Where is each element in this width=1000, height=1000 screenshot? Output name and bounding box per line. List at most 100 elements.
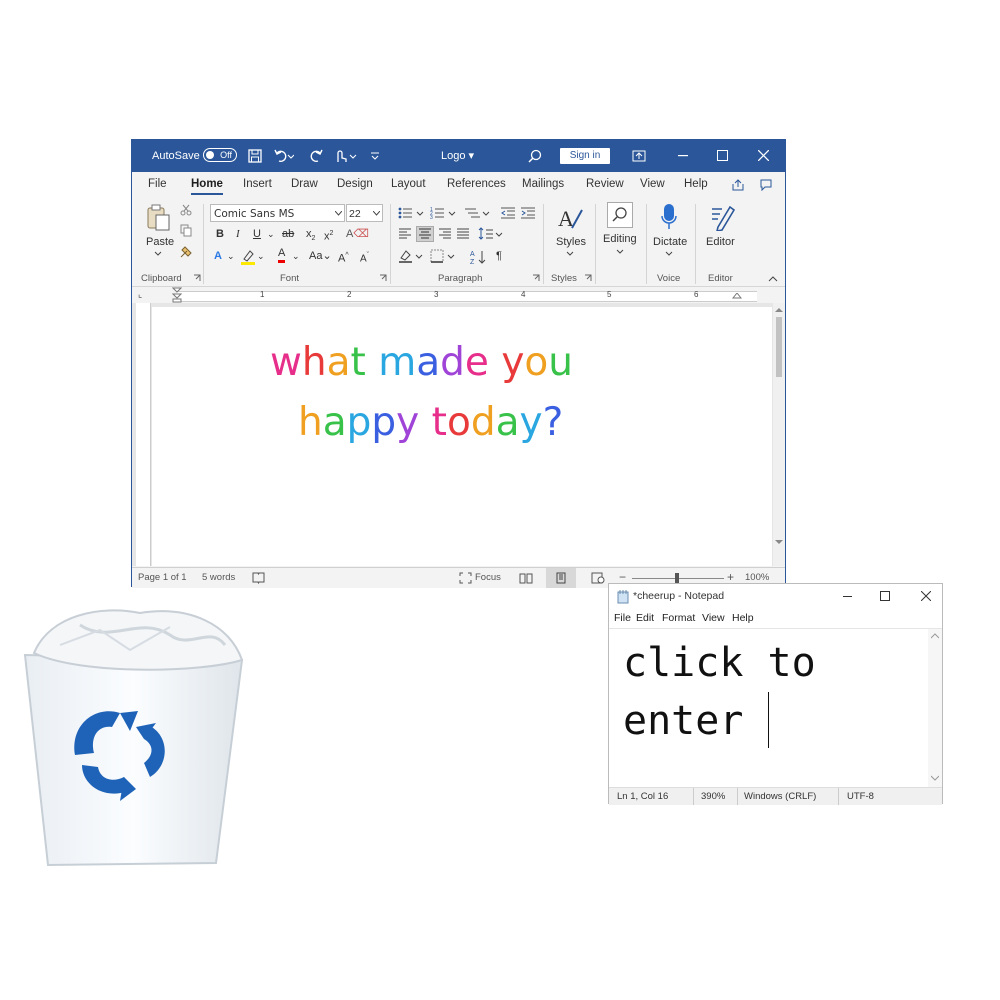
paste-dropdown-icon[interactable] (154, 251, 162, 257)
borders-icon[interactable] (430, 249, 458, 263)
undo-icon[interactable] (274, 149, 294, 163)
tab-design[interactable]: Design (337, 178, 373, 190)
tab-insert[interactable]: Insert (243, 178, 272, 190)
web-layout-icon[interactable] (591, 572, 605, 584)
np-scroll-up-icon[interactable] (931, 633, 939, 639)
zoom-slider-thumb[interactable] (675, 573, 679, 583)
minimize-icon[interactable] (678, 155, 688, 157)
np-scroll-down-icon[interactable] (931, 775, 939, 781)
editor-button[interactable]: Editor (706, 235, 735, 249)
share-icon[interactable] (732, 179, 744, 191)
search-icon[interactable] (528, 149, 542, 163)
page-count[interactable]: Page 1 of 1 (138, 572, 187, 583)
notepad-menu-help[interactable]: Help (732, 612, 754, 624)
zoom-out-button[interactable]: − (619, 570, 626, 584)
doc-title[interactable]: Logo ▾ (441, 140, 474, 172)
font-name-box[interactable]: Comic Sans MS (210, 204, 345, 222)
focus-icon[interactable] (459, 572, 472, 584)
highlight-dropdown-icon[interactable]: ⌄ (257, 249, 265, 263)
editor-icon[interactable] (708, 203, 736, 231)
notepad-scrollbar[interactable] (928, 629, 942, 789)
tab-selector-icon[interactable]: ⌞ (138, 289, 142, 300)
shrink-font-icon[interactable]: Aˇ (360, 249, 369, 266)
editing-search-icon[interactable] (607, 202, 633, 228)
dictate-button[interactable]: Dictate (653, 235, 687, 249)
font-color-icon[interactable]: A (278, 247, 286, 263)
focus-label[interactable]: Focus (475, 572, 501, 583)
notepad-editor[interactable]: click to enter (609, 628, 942, 789)
text-effects-icon[interactable]: A (214, 249, 222, 263)
highlight-icon[interactable] (240, 249, 256, 265)
font-launcher-icon[interactable] (379, 274, 387, 282)
comments-icon[interactable] (760, 179, 772, 191)
ribbon-display-icon[interactable] (632, 150, 646, 162)
change-case-icon[interactable]: Aa⌄ (309, 249, 332, 263)
tab-view[interactable]: View (640, 178, 665, 190)
font-name-dropdown-icon[interactable] (335, 211, 342, 216)
autosave-toggle[interactable]: Off (203, 148, 237, 162)
scroll-thumb[interactable] (776, 317, 782, 377)
grow-font-icon[interactable]: A^ (338, 249, 349, 266)
line-spacing-icon[interactable] (478, 227, 504, 241)
save-icon[interactable] (248, 149, 262, 163)
notepad-menu-format[interactable]: Format (662, 612, 695, 624)
maximize-icon[interactable] (717, 150, 728, 161)
strikethrough-icon[interactable]: ab (282, 227, 294, 241)
close-icon[interactable] (758, 150, 769, 161)
show-formatting-icon[interactable]: ¶ (496, 249, 502, 263)
tab-home[interactable]: Home (191, 178, 223, 195)
redo-icon[interactable] (308, 149, 324, 163)
touch-mode-icon[interactable] (333, 148, 359, 164)
styles-button[interactable]: Styles (556, 235, 586, 249)
italic-icon[interactable]: I (236, 227, 240, 241)
customize-qat-icon[interactable] (370, 152, 380, 160)
paragraph-launcher-icon[interactable] (532, 274, 540, 282)
paste-label[interactable]: Paste (146, 235, 174, 249)
notepad-maximize-icon[interactable] (880, 591, 890, 601)
clear-formatting-icon[interactable]: A⌫ (346, 227, 369, 241)
tab-draw[interactable]: Draw (291, 178, 318, 190)
styles-dropdown-icon[interactable] (566, 251, 574, 257)
recycle-bin-icon[interactable] (20, 605, 250, 873)
underline-dropdown-icon[interactable]: ⌄ (267, 227, 275, 241)
paste-icon[interactable] (146, 204, 172, 232)
notepad-minimize-icon[interactable] (843, 596, 852, 598)
proofing-icon[interactable] (252, 572, 265, 584)
align-right-icon[interactable] (438, 228, 452, 240)
editing-dropdown-icon[interactable] (616, 249, 624, 255)
collapse-ribbon-icon[interactable] (768, 276, 778, 282)
align-center-icon[interactable] (416, 226, 434, 242)
shading-icon[interactable] (398, 249, 424, 263)
notepad-text[interactable]: click to enter (623, 635, 816, 750)
tab-mailings[interactable]: Mailings (522, 178, 564, 190)
clipboard-launcher-icon[interactable] (193, 274, 201, 282)
tab-layout[interactable]: Layout (391, 178, 426, 190)
bullets-icon[interactable] (398, 206, 430, 220)
increase-indent-icon[interactable] (520, 206, 536, 220)
notepad-menu-edit[interactable]: Edit (636, 612, 654, 624)
left-indent-marker[interactable] (172, 287, 182, 303)
tab-file[interactable]: File (148, 178, 167, 190)
vertical-scrollbar[interactable] (773, 303, 785, 566)
numbering-icon[interactable]: 123 (430, 206, 462, 220)
notepad-close-icon[interactable] (921, 591, 931, 601)
sort-icon[interactable]: AZ (470, 249, 488, 265)
word-count[interactable]: 5 words (202, 572, 235, 583)
copy-icon[interactable] (180, 224, 192, 237)
notepad-menu-file[interactable]: File (614, 612, 631, 624)
font-size-dropdown-icon[interactable] (373, 211, 380, 216)
tab-references[interactable]: References (447, 178, 506, 190)
styles-icon[interactable]: A (556, 204, 584, 232)
microphone-icon[interactable] (661, 203, 677, 231)
document-page[interactable]: what made you happy today? (152, 307, 772, 566)
multilevel-list-icon[interactable] (464, 206, 496, 220)
right-indent-marker[interactable] (732, 293, 742, 303)
cut-icon[interactable] (180, 204, 192, 216)
underline-icon[interactable]: U (253, 227, 261, 241)
tab-review[interactable]: Review (586, 178, 624, 190)
sign-in-button[interactable]: Sign in (560, 148, 610, 164)
tab-help[interactable]: Help (684, 178, 708, 190)
align-left-icon[interactable] (398, 228, 412, 240)
superscript-icon[interactable]: x2 (324, 227, 333, 244)
zoom-in-button[interactable]: + (727, 570, 734, 584)
